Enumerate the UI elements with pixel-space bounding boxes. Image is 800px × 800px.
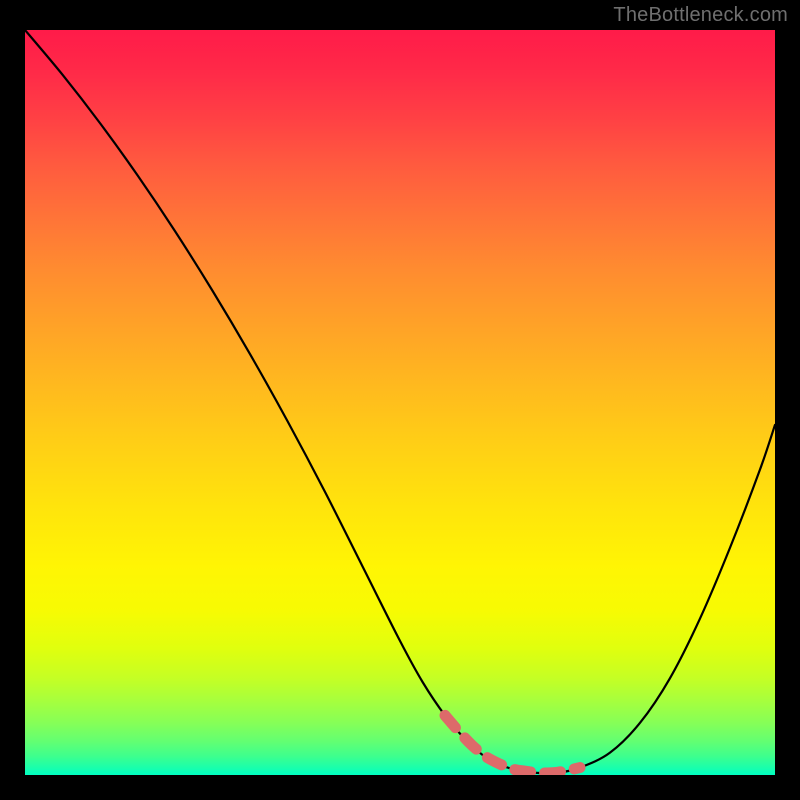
bottleneck-curve [25,30,775,773]
chart-frame: TheBottleneck.com [0,0,800,800]
watermark-text: TheBottleneck.com [613,4,788,27]
plot-area [25,30,775,775]
curve-layer [25,30,775,775]
optimal-range-marker [445,715,580,773]
